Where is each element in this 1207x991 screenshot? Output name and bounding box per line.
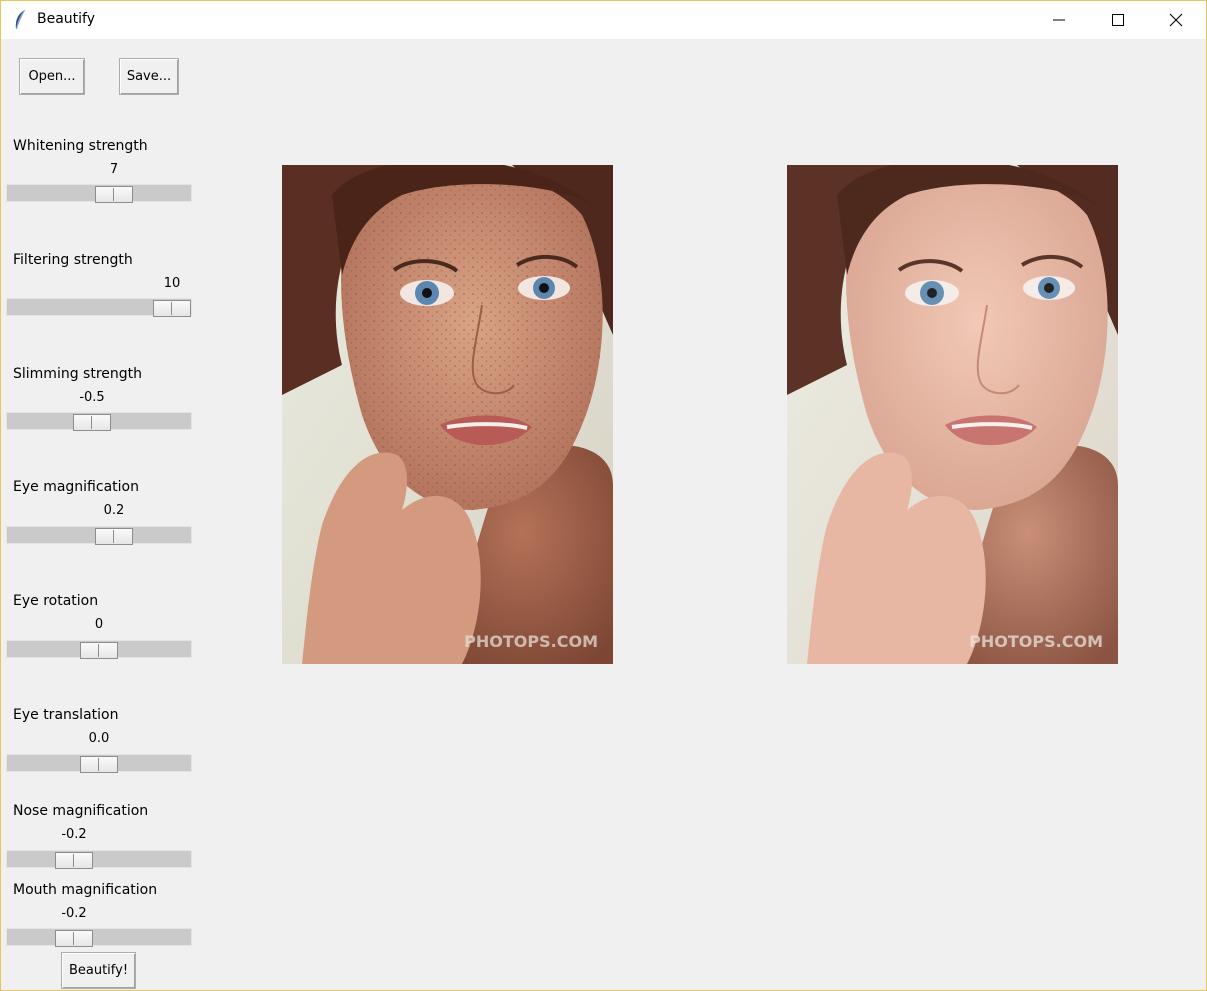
nose-magnification-value: -0.2 [61, 827, 87, 842]
maximize-icon [1112, 14, 1124, 26]
eye-magnification-label: Eye magnification [13, 479, 139, 495]
title-bar[interactable]: Beautify [1, 1, 1206, 39]
eye-translation-slider-handle[interactable] [80, 756, 118, 773]
app-window: Beautify Open... Save... Whitening stren… [0, 0, 1207, 991]
mouth-magnification-slider[interactable] [6, 928, 192, 947]
minimize-icon [1053, 19, 1065, 21]
filtering-value: 10 [163, 276, 181, 291]
eye-translation-value: 0.0 [88, 731, 110, 746]
nose-magnification-slider[interactable] [6, 850, 192, 869]
eye-translation-slider[interactable] [6, 754, 192, 773]
filtering-slider-handle[interactable] [153, 300, 191, 317]
eye-magnification-slider-handle[interactable] [95, 528, 133, 545]
mouth-magnification-slider-handle[interactable] [55, 930, 93, 947]
original-image: PHOTOPS.COM [282, 165, 613, 664]
slimming-slider-handle[interactable] [73, 414, 111, 431]
nose-magnification-label: Nose magnification [13, 803, 149, 819]
slimming-value: -0.5 [79, 390, 105, 405]
whitening-value: 7 [109, 162, 119, 177]
close-button[interactable] [1147, 1, 1205, 39]
whitening-label: Whitening strength [13, 138, 148, 154]
beautify-button[interactable]: Beautify! [61, 952, 136, 989]
eye-magnification-value: 0.2 [103, 503, 125, 518]
mouth-magnification-value: -0.2 [61, 906, 87, 921]
eye-rotation-slider[interactable] [6, 640, 192, 659]
whitening-slider-handle[interactable] [95, 186, 133, 203]
whitening-slider[interactable] [6, 184, 192, 203]
mouth-magnification-label: Mouth magnification [13, 882, 158, 898]
save-button[interactable]: Save... [119, 58, 179, 95]
filtering-label: Filtering strength [13, 252, 133, 268]
slimming-label: Slimming strength [13, 366, 143, 382]
eye-rotation-value: 0 [94, 617, 104, 632]
beautified-image: PHOTOPS.COM [787, 165, 1118, 664]
nose-magnification-slider-handle[interactable] [55, 852, 93, 869]
eye-translation-label: Eye translation [13, 707, 119, 723]
maximize-button[interactable] [1089, 1, 1147, 39]
original-watermark: PHOTOPS.COM [464, 632, 598, 651]
eye-magnification-slider[interactable] [6, 526, 192, 545]
open-button[interactable]: Open... [19, 58, 85, 95]
window-title: Beautify [37, 11, 96, 27]
beautified-watermark: PHOTOPS.COM [969, 632, 1103, 651]
minimize-button[interactable] [1030, 1, 1088, 39]
close-icon [1169, 13, 1183, 27]
feather-icon [15, 9, 26, 30]
slimming-slider[interactable] [6, 412, 192, 431]
eye-rotation-label: Eye rotation [13, 593, 99, 609]
eye-rotation-slider-handle[interactable] [80, 642, 118, 659]
filtering-slider[interactable] [6, 298, 192, 317]
